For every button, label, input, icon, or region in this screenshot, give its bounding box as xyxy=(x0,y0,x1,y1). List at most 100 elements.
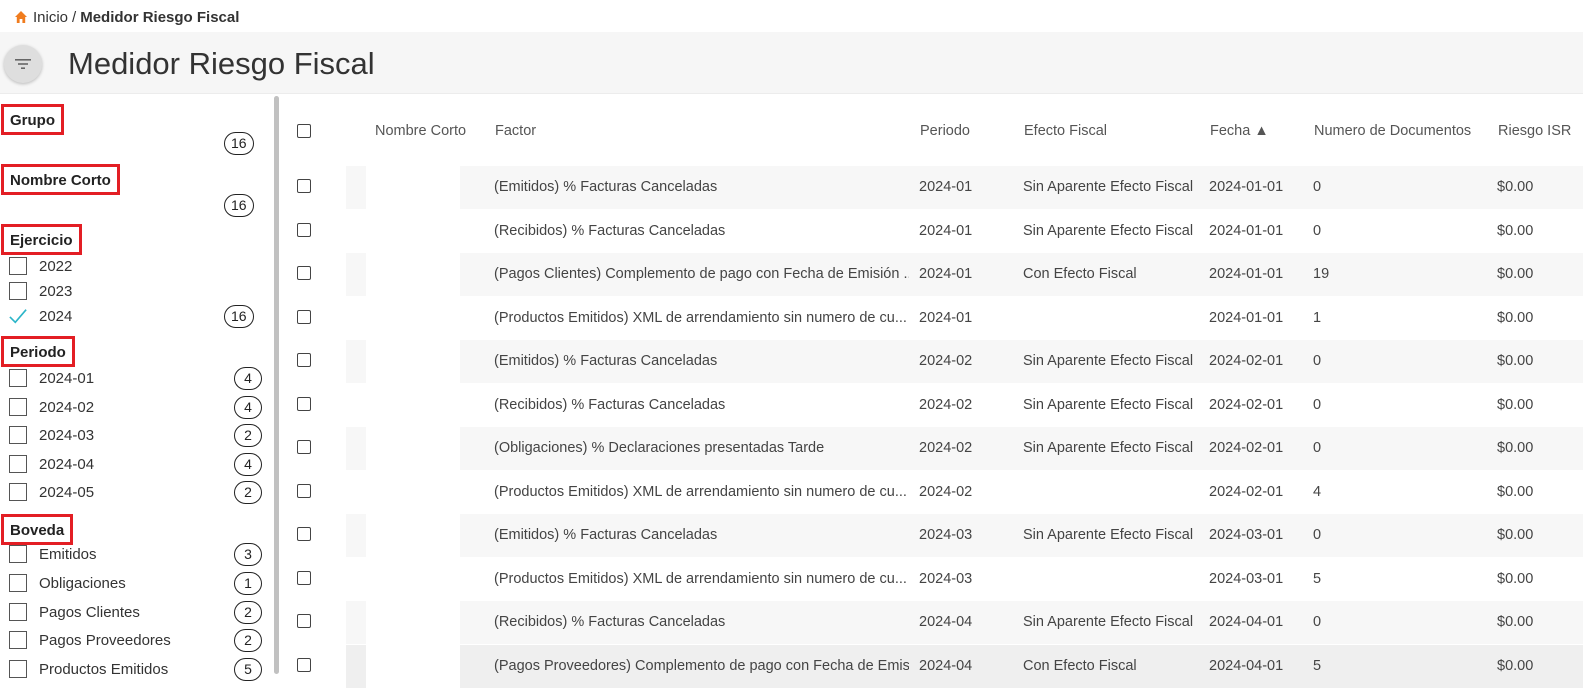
table-row[interactable]: (Emitidos) % Facturas Canceladas 2024-03 S… xyxy=(284,514,1583,557)
filter-option-label: Productos Emitidos xyxy=(39,660,169,678)
sidebar-scrollbar[interactable] xyxy=(274,96,279,674)
row-checkbox[interactable] xyxy=(297,483,311,498)
checkbox[interactable] xyxy=(9,426,27,444)
filter-option-label: 2024-02 xyxy=(39,398,95,416)
filter-option-boveda[interactable]: Pagos Clientes xyxy=(9,601,140,623)
table-row[interactable]: (Emitidos) % Facturas Canceladas 2024-02 S… xyxy=(284,340,1583,383)
filter-group-title-periodo[interactable]: Periodo xyxy=(1,336,75,367)
checkbox[interactable] xyxy=(9,660,27,678)
checkbox[interactable] xyxy=(9,455,27,473)
breadcrumb-home-link[interactable]: Inicio xyxy=(33,9,68,26)
cell-efecto-fiscal: Con Efecto Fiscal xyxy=(1023,657,1137,674)
cell-periodo: 2024-04 xyxy=(919,657,973,674)
cell-periodo: 2024-03 xyxy=(919,527,973,543)
table-row[interactable]: (Recibidos) % Facturas Canceladas 2024-01… xyxy=(284,209,1583,253)
row-checkbox[interactable] xyxy=(297,222,311,237)
data-table: Nombre Corto Factor Periodo Efecto Fisca… xyxy=(284,96,1583,690)
row-checkbox[interactable] xyxy=(297,657,311,672)
table-row[interactable]: (Emitidos) % Facturas Canceladas 2024-01 S… xyxy=(284,166,1583,209)
cell-nombre-corto xyxy=(366,209,460,253)
checkbox[interactable] xyxy=(9,574,27,592)
filter-option-boveda[interactable]: Productos Emitidos xyxy=(9,658,168,680)
filter-group-title-ejercicio[interactable]: Ejercicio xyxy=(1,224,82,255)
table-row[interactable]: (Pagos Proveedores) Complemento de pago … xyxy=(284,644,1583,688)
table-row[interactable]: (Recibidos) % Facturas Canceladas 2024-04… xyxy=(284,601,1583,644)
cell-nombre-corto xyxy=(366,557,460,601)
cell-factor: (Emitidos) % Facturas Canceladas xyxy=(494,179,718,195)
cell-periodo: 2024-01 xyxy=(919,179,973,195)
table-row[interactable]: (Recibidos) % Facturas Canceladas 2024-02… xyxy=(284,383,1583,427)
cell-fecha: 2024-02-01 xyxy=(1209,440,1284,456)
row-checkbox[interactable] xyxy=(297,179,311,193)
row-checkbox[interactable] xyxy=(297,440,311,454)
checkbox[interactable] xyxy=(9,282,27,300)
filter-group-title-grupo[interactable]: Grupo xyxy=(1,104,64,135)
filter-option-label: 2024-01 xyxy=(39,369,95,387)
table-row[interactable]: (Productos Emitidos) XML de arrendamient… xyxy=(284,470,1583,514)
cell-factor: (Productos Emitidos) XML de arrendamient… xyxy=(494,570,907,587)
check-icon[interactable] xyxy=(9,307,27,325)
filter-option-periodo[interactable]: 2024-01 xyxy=(9,367,94,389)
cell-riesgo-isr: $0.00 xyxy=(1497,527,1534,543)
filter-group-title-boveda[interactable]: Boveda xyxy=(1,514,74,545)
column-header-factor[interactable]: Factor xyxy=(495,96,536,166)
column-header-riesgo-isr[interactable]: Riesgo ISR xyxy=(1498,96,1571,166)
filter-option-periodo[interactable]: 2024-05 xyxy=(9,481,94,503)
checkbox[interactable] xyxy=(9,257,27,275)
cell-numero-documentos: 0 xyxy=(1313,179,1322,195)
column-header-periodo[interactable]: Periodo xyxy=(920,96,970,166)
table-row[interactable]: (Obligaciones) % Declaraciones presentad… xyxy=(284,427,1583,470)
checkbox[interactable] xyxy=(9,398,27,416)
filter-toggle-button[interactable] xyxy=(4,45,42,83)
cell-periodo: 2024-01 xyxy=(919,222,973,239)
cell-numero-documentos: 0 xyxy=(1313,353,1322,369)
row-checkbox[interactable] xyxy=(297,527,311,541)
table-row[interactable]: (Productos Emitidos) XML de arrendamient… xyxy=(284,296,1583,340)
cell-nombre-corto xyxy=(366,166,460,209)
row-checkbox[interactable] xyxy=(297,266,311,280)
checkbox[interactable] xyxy=(9,369,27,387)
filter-group-title-nombre-corto[interactable]: Nombre Corto xyxy=(1,164,120,195)
row-checkbox[interactable] xyxy=(297,353,311,367)
table-row[interactable]: (Productos Emitidos) XML de arrendamient… xyxy=(284,557,1583,601)
filter-count-badge: 2 xyxy=(234,629,262,652)
row-checkbox[interactable] xyxy=(297,570,311,585)
cell-numero-documentos: 1 xyxy=(1313,309,1322,326)
cell-numero-documentos: 0 xyxy=(1313,222,1322,239)
filter-option-periodo[interactable]: 2024-04 xyxy=(9,453,94,475)
row-checkbox[interactable] xyxy=(297,396,311,411)
table-row[interactable]: (Pagos Clientes) Complemento de pago con… xyxy=(284,253,1583,296)
cell-factor: (Recibidos) % Facturas Canceladas xyxy=(494,222,726,239)
filter-option-boveda[interactable]: Pagos Proveedores xyxy=(9,629,171,651)
filter-option-2023[interactable]: 2023 xyxy=(9,280,72,302)
filter-option-2022[interactable]: 2022 xyxy=(9,255,72,277)
select-all-checkbox[interactable] xyxy=(297,124,311,138)
checkbox[interactable] xyxy=(9,545,27,563)
checkbox[interactable] xyxy=(9,483,27,501)
row-checkbox[interactable] xyxy=(297,614,311,628)
column-header-nombre-corto[interactable]: Nombre Corto xyxy=(375,96,466,166)
cell-riesgo-isr: $0.00 xyxy=(1497,309,1534,326)
filter-option-boveda[interactable]: Obligaciones xyxy=(9,572,126,594)
cell-riesgo-isr: $0.00 xyxy=(1497,570,1534,587)
page-title: Medidor Riesgo Fiscal xyxy=(68,46,375,81)
column-header-fecha[interactable]: Fecha ▲ xyxy=(1210,96,1269,166)
filter-option-periodo[interactable]: 2024-03 xyxy=(9,424,94,446)
filter-count-badge: 2 xyxy=(234,601,262,624)
filter-option-label: 2023 xyxy=(39,282,73,300)
column-header-efecto-fiscal[interactable]: Efecto Fiscal xyxy=(1024,96,1107,166)
cell-numero-documentos: 0 xyxy=(1313,527,1322,543)
home-icon[interactable] xyxy=(14,10,28,24)
cell-fecha: 2024-04-01 xyxy=(1209,657,1284,674)
row-checkbox[interactable] xyxy=(297,309,311,324)
checkbox[interactable] xyxy=(9,631,27,649)
filter-count-badge: 16 xyxy=(224,132,254,155)
filter-option-periodo[interactable]: 2024-02 xyxy=(9,396,94,418)
filter-option-2024[interactable]: 2024 xyxy=(9,305,72,327)
filter-option-boveda[interactable]: Emitidos xyxy=(9,543,97,565)
checkbox[interactable] xyxy=(9,603,27,621)
cell-riesgo-isr: $0.00 xyxy=(1497,266,1534,282)
column-header-numero-documentos[interactable]: Numero de Documentos xyxy=(1314,96,1471,166)
filter-count-badge: 2 xyxy=(234,481,262,504)
cell-fecha: 2024-03-01 xyxy=(1209,570,1284,587)
